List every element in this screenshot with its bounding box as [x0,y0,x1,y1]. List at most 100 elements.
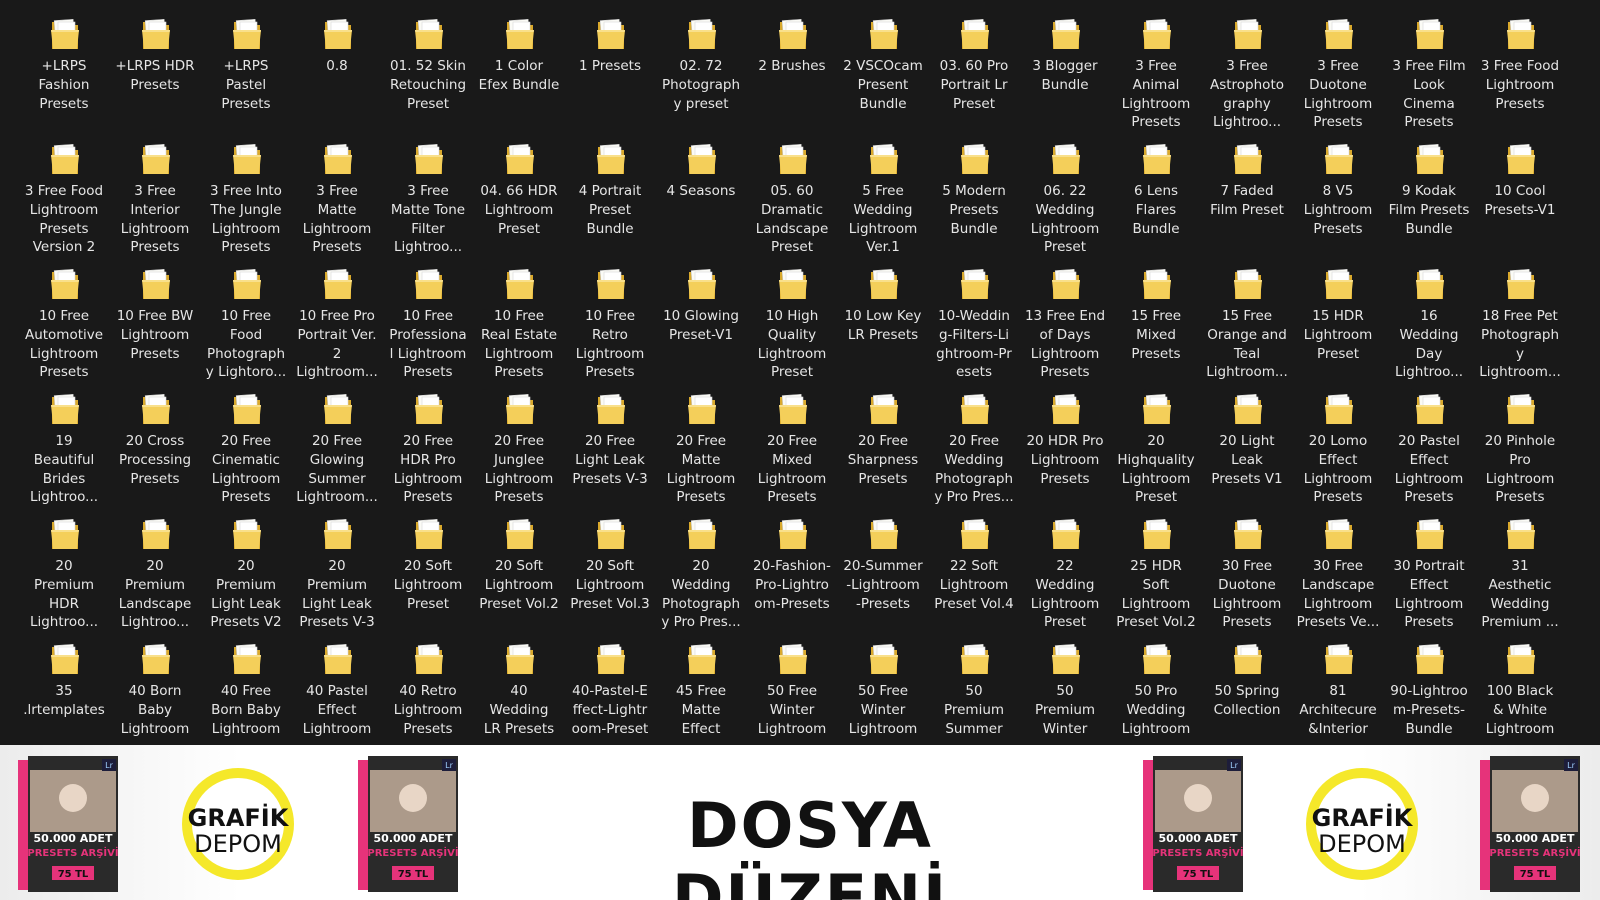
folder-item[interactable]: 20 Pastel Effect Lightroom Presets [1383,375,1475,505]
folder-item[interactable]: 10 Free Food Photograph y Lightoro... [200,250,292,380]
folder-item[interactable]: 20 Soft Lightroom Preset Vol.3 [564,500,656,625]
folder-item[interactable]: 35 .lrtemplates [18,625,110,745]
folder-item[interactable]: 5 Modern Presets Bundle [928,125,1020,250]
folder-item[interactable]: 50 Free Winter Lightroom [837,625,929,745]
folder-item[interactable]: 02. 72 Photograph y preset [655,0,747,125]
folder-item[interactable]: 06. 22 Wedding Lightroom Preset [1019,125,1111,255]
folder-item[interactable]: 20 Soft Lightroom Preset Vol.2 [473,500,565,625]
folder-item[interactable]: 10 Low Key LR Presets [837,250,929,375]
folder-item[interactable]: 1 Presets [564,0,656,125]
folder-item[interactable]: +LRPS Pastel Presets [200,0,292,125]
folder-item[interactable]: 30 Free Landscape Lightroom Presets Ve..… [1292,500,1384,630]
folder-item[interactable]: 20 HDR Pro Lightroom Presets [1019,375,1111,500]
folder-item[interactable]: 20 Free Cinematic Lightroom Presets [200,375,292,505]
folder-item[interactable]: 22 Wedding Lightroom Preset [1019,500,1111,630]
folder-item[interactable]: 22 Soft Lightroom Preset Vol.4 [928,500,1020,625]
folder-item[interactable]: 3 Blogger Bundle [1019,0,1111,125]
folder-item[interactable]: 20 Cross Processing Presets [109,375,201,500]
folder-item[interactable]: 50 Spring Collection [1201,625,1293,745]
folder-item[interactable]: 03. 60 Pro Portrait Lr Preset [928,0,1020,125]
folder-item[interactable]: 20 Free Light Leak Presets V-3 [564,375,656,500]
folder-item[interactable]: 3 Free Into The Jungle Lightroom Presets [200,125,292,255]
folder-item[interactable]: 50 Premium Winter [1019,625,1111,745]
folder-item[interactable]: 20 Free HDR Pro Lightroom Presets [382,375,474,505]
folder-item[interactable]: 20 Free Matte Lightroom Presets [655,375,747,505]
folder-item[interactable]: 40 Free Born Baby Lightroom [200,625,292,745]
folder-item[interactable]: 40 Retro Lightroom Presets [382,625,474,745]
folder-item[interactable]: 10 Cool Presets-V1 [1474,125,1566,250]
folder-item[interactable]: 4 Seasons [655,125,747,250]
folder-item[interactable]: 3 Free Interior Lightroom Presets [109,125,201,255]
folder-item[interactable]: 7 Faded Film Preset [1201,125,1293,250]
folder-item[interactable]: 20-Summer -Lightroom -Presets [837,500,929,625]
folder-item[interactable]: 15 Free Mixed Presets [1110,250,1202,375]
folder-item[interactable]: 45 Free Matte Effect [655,625,747,745]
folder-item[interactable]: 16 Wedding Day Lightroo... [1383,250,1475,380]
folder-item[interactable]: +LRPS HDR Presets [109,0,201,125]
folder-item[interactable]: 31 Aesthetic Wedding Premium ... [1474,500,1566,630]
folder-item[interactable]: 19 Beautiful Brides Lightroo... [18,375,110,505]
folder-item[interactable]: 4 Portrait Preset Bundle [564,125,656,250]
folder-item[interactable]: 10 Free Retro Lightroom Presets [564,250,656,380]
folder-item[interactable]: 3 Free Duotone Lightroom Presets [1292,0,1384,130]
folder-item[interactable]: 100 Black & White Lightroom [1474,625,1566,745]
folder-item[interactable]: 10-Weddin g-Filters-Li ghtroom-Pr esets [928,250,1020,380]
folder-item[interactable]: 3 Free Matte Tone Filter Lightroo... [382,125,474,255]
folder-item[interactable]: 01. 52 Skin Retouching Preset [382,0,474,125]
folder-item[interactable]: 2 VSCOcam Present Bundle [837,0,929,125]
folder-item[interactable]: 20 Light Leak Presets V1 [1201,375,1293,500]
folder-item[interactable]: +LRPS Fashion Presets [18,0,110,125]
folder-item[interactable]: 3 Free Astrophoto graphy Lightroo... [1201,0,1293,130]
folder-item[interactable]: 6 Lens Flares Bundle [1110,125,1202,250]
folder-item[interactable]: 40 Pastel Effect Lightroom [291,625,383,745]
folder-item[interactable]: 05. 60 Dramatic Landscape Preset [746,125,838,255]
folder-item[interactable]: 20 Soft Lightroom Preset [382,500,474,625]
folder-item[interactable]: 50 Premium Summer [928,625,1020,745]
folder-item[interactable]: 9 Kodak Film Presets Bundle [1383,125,1475,250]
folder-item[interactable]: 2 Brushes [746,0,838,125]
folder-item[interactable]: 20 Pinhole Pro Lightroom Presets [1474,375,1566,505]
folder-item[interactable]: 5 Free Wedding Lightroom Ver.1 [837,125,929,255]
folder-item[interactable]: 15 Free Orange and Teal Lightroom... [1201,250,1293,380]
folder-item[interactable]: 50 Pro Wedding Lightroom [1110,625,1202,745]
folder-item[interactable]: 20-Fashion- Pro-Lightro om-Presets [746,500,838,625]
folder-item[interactable]: 10 Glowing Preset-V1 [655,250,747,375]
folder-item[interactable]: 1 Color Efex Bundle [473,0,565,125]
folder-item[interactable]: 25 HDR Soft Lightroom Preset Vol.2 [1110,500,1202,630]
folder-item[interactable]: 20 Premium Light Leak Presets V-3 [291,500,383,630]
folder-item[interactable]: 10 High Quality Lightroom Preset [746,250,838,380]
folder-item[interactable]: 3 Free Food Lightroom Presets Version 2 [18,125,110,255]
folder-item[interactable]: 20 Wedding Photograph y Pro Pres... [655,500,747,630]
folder-item[interactable]: 20 Free Sharpness Presets [837,375,929,500]
folder-item[interactable]: 3 Free Animal Lightroom Presets [1110,0,1202,130]
folder-item[interactable]: 20 Free Wedding Photograph y Pro Pres... [928,375,1020,505]
folder-item[interactable]: 40 Born Baby Lightroom [109,625,201,745]
folder-item[interactable]: 81 Architecure &Interior [1292,625,1384,745]
folder-item[interactable]: 20 Premium HDR Lightroo... [18,500,110,630]
folder-item[interactable]: 10 Free Real Estate Lightroom Presets [473,250,565,380]
folder-item[interactable]: 20 Premium Light Leak Presets V2 [200,500,292,630]
folder-item[interactable]: 0.8 [291,0,383,125]
folder-item[interactable]: 10 Free BW Lightroom Presets [109,250,201,375]
folder-item[interactable]: 40-Pastel-E ffect-Lightr oom-Preset [564,625,656,745]
folder-item[interactable]: 20 Free Junglee Lightroom Presets [473,375,565,505]
folder-item[interactable]: 20 Lomo Effect Lightroom Presets [1292,375,1384,505]
folder-item[interactable]: 3 Free Film Look Cinema Presets [1383,0,1475,130]
folder-item[interactable]: 20 Free Mixed Lightroom Presets [746,375,838,505]
folder-item[interactable]: 10 Free Professiona l Lightroom Presets [382,250,474,380]
folder-item[interactable]: 30 Portrait Effect Lightroom Presets [1383,500,1475,630]
folder-item[interactable]: 15 HDR Lightroom Preset [1292,250,1384,375]
folder-item[interactable]: 10 Free Pro Portrait Ver. 2 Lightroom... [291,250,383,380]
folder-item[interactable]: 20 Highquality Lightroom Preset [1110,375,1202,505]
folder-item[interactable]: 10 Free Automotive Lightroom Presets [18,250,110,380]
folder-item[interactable]: 20 Free Glowing Summer Lightroom... [291,375,383,505]
folder-item[interactable]: 90-Lightroo m-Presets- Bundle [1383,625,1475,745]
folder-item[interactable]: 13 Free End of Days Lightroom Presets [1019,250,1111,380]
folder-item[interactable]: 30 Free Duotone Lightroom Presets [1201,500,1293,630]
folder-item[interactable]: 18 Free Pet Photograph y Lightroom... [1474,250,1566,380]
folder-item[interactable]: 50 Free Winter Lightroom [746,625,838,745]
folder-item[interactable]: 3 Free Food Lightroom Presets [1474,0,1566,125]
folder-item[interactable]: 3 Free Matte Lightroom Presets [291,125,383,255]
folder-item[interactable]: 20 Premium Landscape Lightroo... [109,500,201,630]
folder-item[interactable]: 04. 66 HDR Lightroom Preset [473,125,565,250]
